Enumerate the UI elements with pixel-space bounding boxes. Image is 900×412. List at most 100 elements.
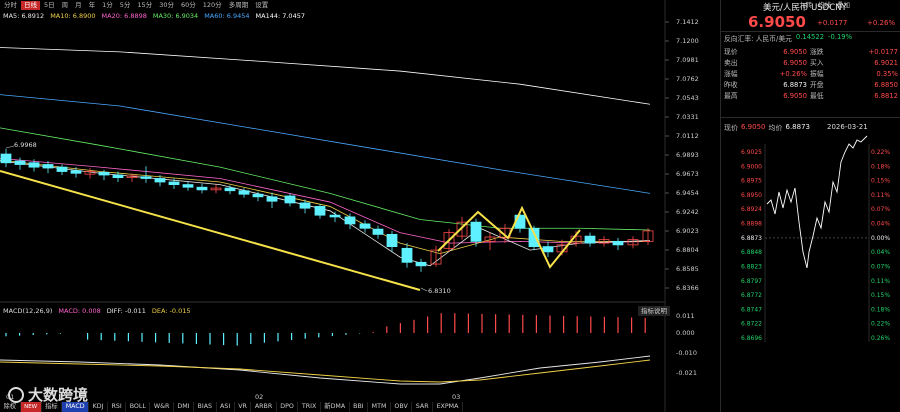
quote-cell: 最高 bbox=[724, 92, 738, 100]
indicator-tab[interactable]: ARBR bbox=[251, 402, 277, 412]
kline-svg[interactable]: 7.14127.12007.09817.07627.05437.03317.01… bbox=[0, 0, 720, 412]
indicator-tab[interactable]: MTM bbox=[368, 402, 391, 412]
indicator-tab[interactable]: 新DMA bbox=[321, 402, 350, 412]
period-tab[interactable]: 月 bbox=[72, 1, 85, 10]
intraday-chart[interactable]: 6.9025 0.22% 6.9000 0.18% 6.8975 0.15% 6.8950 0… bbox=[721, 132, 900, 412]
indicator-tab[interactable]: DPO bbox=[277, 402, 299, 412]
indicator-explain-button[interactable]: 指标说明 bbox=[638, 306, 670, 316]
indicator-tab[interactable]: OBV bbox=[391, 402, 413, 412]
symbol-title: 美元/人民币 USDCNY bbox=[763, 3, 847, 13]
x-axis-label: 02 bbox=[255, 393, 263, 401]
intraday-left-axis-label: 6.8848 bbox=[741, 249, 762, 256]
indicator-tab[interactable]: BIAS bbox=[194, 402, 217, 412]
candle-body bbox=[266, 196, 278, 202]
intraday-right-axis-label: 0.07% bbox=[871, 263, 890, 270]
high-annotation: 6.9968 bbox=[14, 141, 37, 149]
intraday-left-axis-label: 6.8898 bbox=[741, 221, 762, 228]
ma30-value: MA30: 6.9034 bbox=[152, 12, 199, 20]
intraday-left-axis-label: 6.8823 bbox=[741, 263, 762, 270]
indicator-tab[interactable]: SAR bbox=[412, 402, 434, 412]
price-axis-label: 6.9454 bbox=[676, 189, 699, 197]
candle-body bbox=[386, 233, 398, 248]
intraday-left-axis-label: 6.8772 bbox=[741, 292, 762, 299]
intraday-right-axis-label: 0.18% bbox=[871, 306, 890, 313]
period-tab[interactable]: 周 bbox=[59, 1, 72, 10]
intraday-left-axis-label: 6.8722 bbox=[741, 321, 762, 328]
period-tab[interactable]: 日线 bbox=[21, 0, 40, 10]
period-tab[interactable]: 分时 bbox=[1, 1, 20, 10]
indicator-tab[interactable]: BOLL bbox=[126, 402, 151, 412]
quote-cell: 6.9050 bbox=[783, 48, 807, 56]
watermark-logo-icon bbox=[8, 386, 24, 403]
intraday-right-axis-label: 0.18% bbox=[871, 163, 890, 170]
diff-value: DIFF: -0.011 bbox=[106, 307, 146, 315]
period-tab[interactable]: 5分 bbox=[117, 1, 134, 10]
quote-cell: 卖出 bbox=[724, 59, 738, 67]
candle-body bbox=[238, 190, 250, 195]
intraday-left-axis-label: 6.8873 bbox=[741, 235, 762, 242]
period-tab[interactable]: 1分 bbox=[99, 1, 116, 10]
indicator-tab[interactable]: RSI bbox=[108, 402, 127, 412]
low-annotation: 6.8310 bbox=[428, 287, 451, 295]
intraday-left-axis-label: 6.8950 bbox=[741, 192, 762, 199]
intraday-left-axis-label: 6.8924 bbox=[741, 206, 762, 213]
ma5-value: MA5: 6.8912 bbox=[3, 12, 45, 20]
indicator-tab[interactable]: NEW bbox=[20, 402, 42, 412]
quote-cell: 昨收 bbox=[724, 81, 738, 89]
period-tab[interactable]: 多周期 bbox=[226, 1, 252, 10]
candle-body bbox=[542, 246, 554, 253]
period-tab[interactable]: 5日 bbox=[41, 1, 58, 10]
candle-body bbox=[154, 178, 166, 183]
candle-body bbox=[42, 164, 54, 169]
indicator-tab[interactable]: BBI bbox=[350, 402, 369, 412]
price-axis-label: 7.0112 bbox=[676, 132, 699, 140]
period-tab[interactable]: 30分 bbox=[156, 1, 177, 10]
quote-row: 涨幅 +0.26% 振幅 0.35% bbox=[724, 69, 898, 80]
quote-cell: 6.9050 bbox=[783, 59, 807, 67]
indicator-tab[interactable]: MACD bbox=[62, 402, 90, 412]
dea-value: DEA: -0.015 bbox=[151, 307, 191, 315]
indicator-tab[interactable]: W&R bbox=[150, 402, 174, 412]
price-axis-label: 6.9673 bbox=[676, 170, 699, 178]
macd-label: MACD(12,26,9) bbox=[3, 307, 53, 315]
period-tab[interactable]: 年 bbox=[86, 1, 99, 10]
ma60-value: MA60: 6.9454 bbox=[204, 12, 250, 20]
kline-chart[interactable]: 7.1412 7.1200 7.0981 7.0762 7.0543 7.0331 7.01… bbox=[0, 0, 720, 412]
panel-divider bbox=[721, 117, 900, 118]
quote-table: 现价 6.9050 涨跌 +0.0177 卖出 6.9050 买入 6.9021 涨幅 +0.26… bbox=[724, 47, 898, 102]
candle-body bbox=[224, 187, 236, 192]
quote-cell: 6.8812 bbox=[874, 92, 898, 100]
indicator-tab[interactable]: KDJ bbox=[89, 402, 108, 412]
price-axis-label: 6.8585 bbox=[676, 265, 699, 273]
period-tab[interactable]: 120分 bbox=[200, 1, 225, 10]
indicator-tab[interactable]: EXPMA bbox=[433, 402, 463, 412]
candle-body bbox=[168, 181, 180, 186]
reverse-rate-label: 反向汇率: 人民币/美元 bbox=[724, 35, 792, 43]
quote-cell: 最低 bbox=[810, 92, 824, 100]
price-axis-label: 7.0543 bbox=[676, 94, 699, 102]
quote-cell: 6.9021 bbox=[874, 59, 898, 67]
intraday-right-axis-label: 0.26% bbox=[871, 335, 890, 342]
candle-body bbox=[359, 223, 371, 229]
intraday-right-axis-label: 0.15% bbox=[871, 178, 890, 185]
candle-body bbox=[182, 184, 194, 188]
indicator-tab[interactable]: VR bbox=[235, 402, 252, 412]
indicator-tab[interactable]: DMI bbox=[174, 402, 195, 412]
candle-body bbox=[28, 162, 40, 168]
indicator-tab[interactable]: 除权 bbox=[0, 402, 21, 412]
period-tab[interactable]: 60分 bbox=[178, 1, 199, 10]
period-tab[interactable]: 15分 bbox=[134, 1, 155, 10]
candle-body bbox=[299, 202, 311, 209]
quote-cell: +0.26% bbox=[779, 70, 807, 78]
candle-body bbox=[329, 214, 341, 218]
period-tab[interactable]: 设置 bbox=[252, 1, 271, 10]
indicator-tab[interactable]: 指标 bbox=[42, 402, 63, 412]
price-axis-label: 6.8804 bbox=[676, 246, 699, 254]
indicator-tab[interactable]: TRIX bbox=[298, 402, 321, 412]
price-axis-label: 6.9893 bbox=[676, 151, 699, 159]
ma-legend: MA5: 6.8912 MA10: 6.8900 MA20: 6.8898 MA… bbox=[0, 11, 720, 21]
reverse-rate: 反向汇率: 人民币/美元 0.14522 -0.19% bbox=[724, 33, 900, 43]
indicator-tab[interactable]: ASI bbox=[217, 402, 235, 412]
intraday-price-line bbox=[766, 135, 868, 269]
intraday-left-axis-label: 6.8696 bbox=[741, 335, 762, 342]
